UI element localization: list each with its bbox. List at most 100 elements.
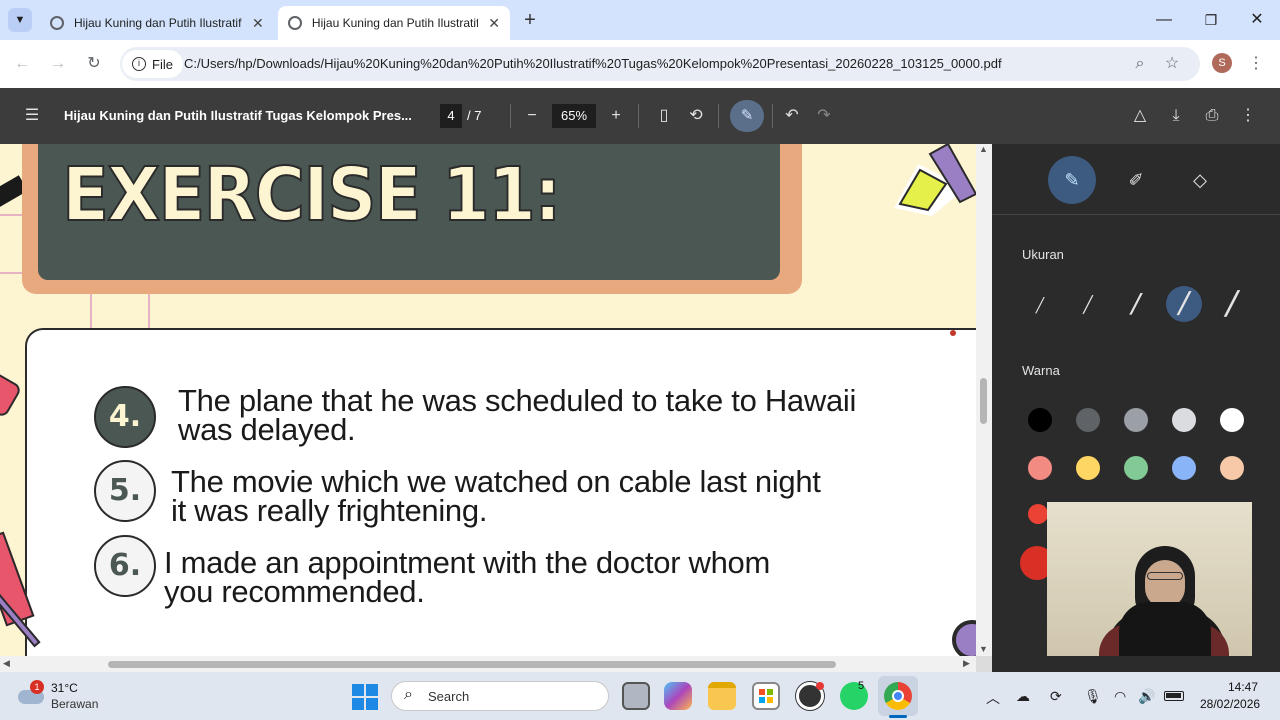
tab-1[interactable]: Hijau Kuning dan Putih Ilustratif ✕ — [40, 6, 274, 40]
pen-icon: ✎ — [1064, 170, 1080, 190]
back-button[interactable]: ← — [10, 52, 34, 76]
site-info-chip[interactable]: i File — [122, 50, 183, 78]
start-tile — [352, 698, 364, 710]
new-tab-button[interactable]: + — [518, 8, 542, 32]
reload-button[interactable]: ↻ — [82, 52, 106, 76]
background-grid-line — [90, 289, 92, 329]
fit-page-icon[interactable]: ▯ — [652, 104, 676, 128]
size-option-5[interactable]: ╱ — [1214, 286, 1250, 322]
omnibox[interactable]: i File C:/Users/hp/Downloads/Hijau%20Kun… — [120, 47, 1200, 81]
clock-date[interactable]: 28/02/2026 — [1200, 697, 1260, 711]
scroll-down-arrow-icon[interactable]: ▼ — [979, 644, 988, 654]
menu-kebab-icon[interactable]: ⋮ — [1244, 52, 1268, 76]
clock-time[interactable]: 14:47 — [1228, 680, 1258, 694]
pdf-viewport[interactable]: EXERCISE 11: 4. The plane that he was sc… — [0, 144, 992, 672]
avatar[interactable]: S — [1212, 53, 1232, 73]
background-grid-line — [0, 272, 22, 274]
color-swatch[interactable] — [1076, 456, 1100, 480]
highlighter-icon: ✐ — [1128, 170, 1144, 190]
color-swatch[interactable] — [1172, 408, 1196, 432]
microsoft-store-icon[interactable] — [752, 682, 780, 710]
pen-tool-button[interactable]: ✎ — [1048, 156, 1096, 204]
hamburger-menu-icon[interactable]: ☰ — [20, 104, 44, 128]
file-explorer-icon[interactable] — [708, 682, 736, 710]
scrollbar-thumb[interactable] — [108, 661, 836, 668]
webcam-overlay — [1047, 502, 1252, 656]
item-line: The movie which we watched on cable last… — [171, 464, 821, 499]
close-icon[interactable]: ✕ — [252, 15, 264, 32]
person-hijab — [1119, 602, 1211, 656]
background-grid-line — [0, 214, 22, 216]
color-swatch[interactable] — [1172, 456, 1196, 480]
bookmark-star-icon[interactable]: ☆ — [1160, 52, 1184, 76]
task-view-icon[interactable] — [622, 682, 650, 710]
size-option-3[interactable]: ╱ — [1118, 286, 1154, 322]
item-text: The plane that he was scheduled to take … — [178, 385, 856, 445]
color-swatch[interactable] — [1028, 456, 1052, 480]
wifi-icon[interactable]: ◠ — [1114, 688, 1126, 705]
slide-title: EXERCISE 11: — [61, 151, 562, 239]
item-text: I made an appointment with the doctor wh… — [164, 547, 770, 609]
redo-icon[interactable]: ↷ — [812, 104, 836, 128]
color-swatch[interactable] — [1028, 408, 1052, 432]
url-text[interactable]: C:/Users/hp/Downloads/Hijau%20Kuning%20d… — [184, 56, 1002, 71]
windows-start-icon[interactable] — [352, 684, 378, 710]
weather-widget[interactable]: 1 31°C Berawan — [14, 678, 124, 714]
scroll-left-arrow-icon[interactable]: ◀ — [3, 658, 10, 669]
red-dot — [950, 330, 956, 336]
show-hidden-icons-chevron-icon[interactable]: ︿ — [986, 688, 1000, 708]
stroke-size-icon: ╱ — [1130, 294, 1142, 314]
divider — [638, 104, 639, 128]
scrollbar-thumb[interactable] — [980, 378, 987, 424]
stroke-size-icon: ╱ — [1177, 293, 1191, 315]
sync-icon[interactable]: ⟳ — [1050, 688, 1062, 705]
close-window-button[interactable]: ✕ — [1245, 8, 1269, 32]
color-swatch[interactable] — [1124, 456, 1148, 480]
color-swatch[interactable] — [1220, 456, 1244, 480]
tab-title: Hijau Kuning dan Putih Ilustratif — [74, 16, 242, 30]
highlighter-tool-button[interactable]: ✐ — [1112, 156, 1160, 204]
restore-button[interactable]: ❐ — [1199, 8, 1223, 32]
rotate-icon[interactable]: ⟲ — [684, 104, 708, 128]
zoom-icon[interactable]: ⌕ — [1128, 52, 1152, 76]
color-swatch[interactable] — [1076, 408, 1100, 432]
taskbar-search[interactable]: ⌕ Search — [391, 681, 609, 711]
vertical-scrollbar[interactable]: ▲ ▼ — [976, 144, 992, 656]
drive-save-icon[interactable]: △ — [1128, 104, 1152, 128]
minimize-button[interactable]: — — [1152, 8, 1176, 32]
start-tile — [366, 698, 378, 710]
download-icon[interactable]: ⤓ — [1164, 104, 1188, 128]
annotate-button[interactable]: ✎ — [730, 100, 764, 132]
tab-2[interactable]: Hijau Kuning dan Putih Ilustratif ✕ — [278, 6, 510, 40]
color-swatch[interactable] — [1124, 408, 1148, 432]
print-icon[interactable]: ⎙ — [1200, 104, 1224, 128]
size-option-2[interactable]: ╱ — [1070, 286, 1106, 322]
search-placeholder: Search — [428, 689, 470, 704]
zoom-input[interactable]: 65% — [552, 104, 596, 128]
close-icon[interactable]: ✕ — [488, 15, 500, 32]
onedrive-icon[interactable]: ☁ — [1016, 688, 1030, 705]
pen-squiggle-icon: ✎ — [740, 107, 754, 124]
page-number-input[interactable]: 4 — [440, 104, 462, 128]
eraser-tool-button[interactable]: ◇ — [1176, 156, 1224, 204]
size-option-4[interactable]: ╱ — [1166, 286, 1202, 322]
zoom-in-button[interactable]: + — [604, 104, 628, 128]
color-swatch[interactable] — [1220, 408, 1244, 432]
item-line: you recommended. — [164, 574, 425, 609]
tab-search-button[interactable]: ▼ — [8, 8, 32, 32]
zoom-out-button[interactable]: − — [520, 104, 544, 128]
scroll-right-arrow-icon[interactable]: ▶ — [963, 658, 970, 669]
more-options-icon[interactable]: ⋮ — [1236, 104, 1260, 128]
undo-icon[interactable]: ↶ — [780, 104, 804, 128]
chrome-icon[interactable] — [884, 682, 912, 710]
microphone-icon[interactable]: 🎙 — [1084, 688, 1102, 705]
store-tile — [767, 697, 773, 703]
horizontal-scrollbar[interactable]: ◀ ▶ — [0, 656, 976, 672]
forward-button[interactable]: → — [46, 52, 70, 76]
volume-icon[interactable]: 🔊 — [1138, 688, 1155, 705]
copilot-icon[interactable] — [664, 682, 692, 710]
scroll-up-arrow-icon[interactable]: ▲ — [979, 144, 988, 154]
battery-icon[interactable] — [1164, 691, 1184, 701]
color-swatch-red-partial[interactable] — [1028, 504, 1048, 524]
size-option-1[interactable]: ╱ — [1022, 286, 1058, 322]
